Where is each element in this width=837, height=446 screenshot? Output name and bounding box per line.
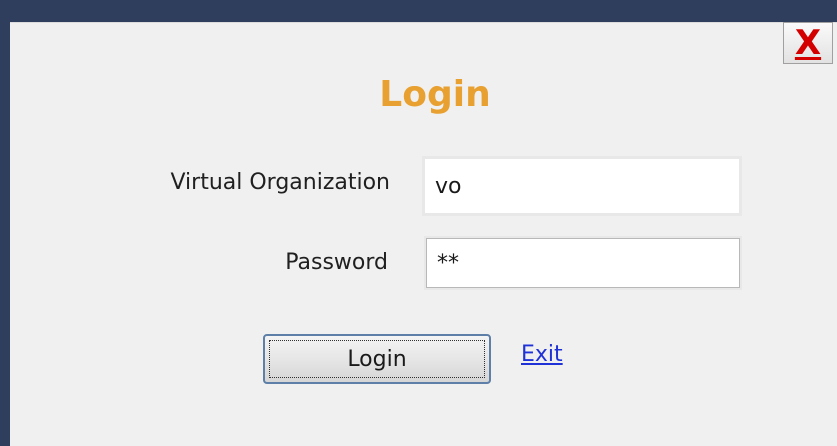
login-button[interactable]: Login <box>263 334 491 384</box>
password-input[interactable] <box>426 238 740 288</box>
virtual-organization-input[interactable] <box>424 158 740 214</box>
virtual-organization-field-wrapper <box>422 156 742 216</box>
virtual-organization-label: Virtual Organization <box>170 170 390 195</box>
exit-link[interactable]: Exit <box>521 342 563 367</box>
password-field-wrapper <box>424 236 742 290</box>
close-icon: X <box>794 23 822 63</box>
password-label: Password <box>285 250 388 275</box>
close-button[interactable]: X <box>783 22 833 64</box>
focus-ring <box>269 340 485 378</box>
dialog-title: Login <box>379 74 491 115</box>
